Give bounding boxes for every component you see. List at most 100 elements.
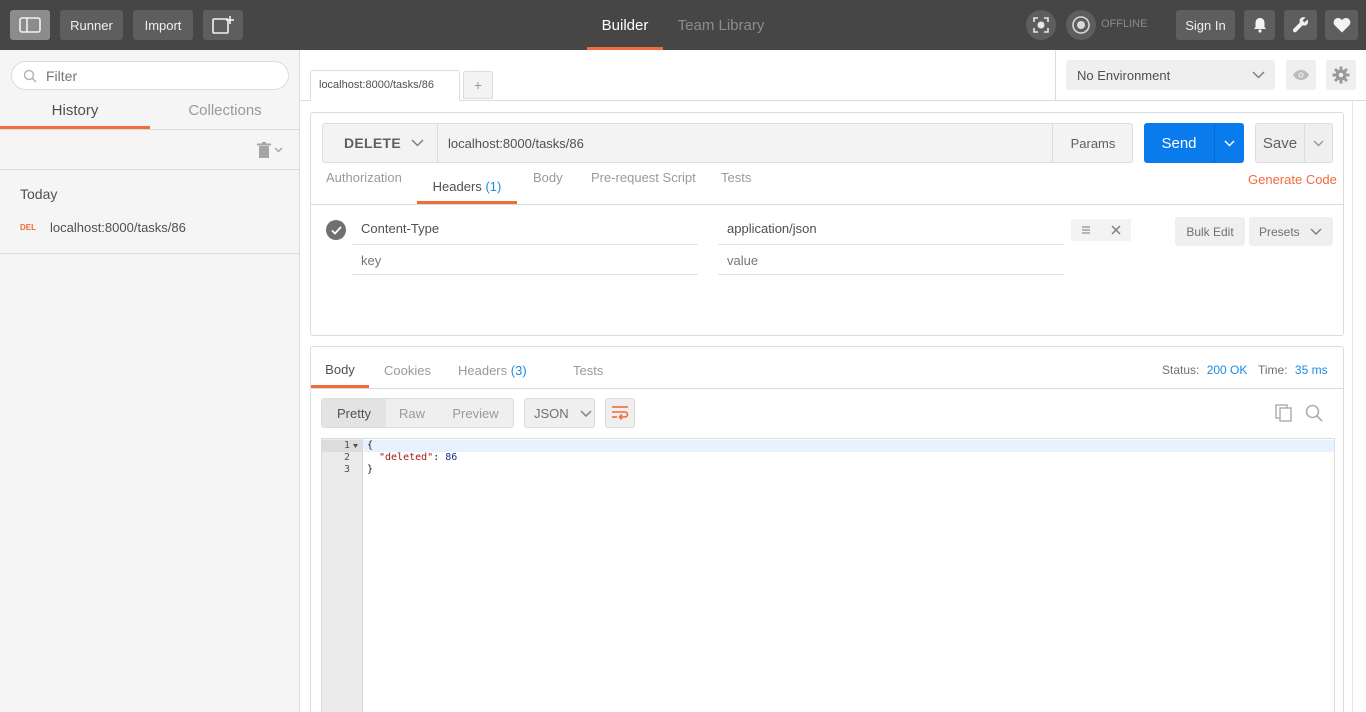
status-value: 200 OK [1206,363,1248,377]
scrollbar[interactable] [1352,101,1366,712]
sync-status-button[interactable] [1066,10,1096,40]
chevron-down-icon [1313,139,1324,147]
search-icon[interactable] [1305,404,1323,422]
tab-history-label: History [51,102,99,119]
close-icon[interactable] [1111,225,1121,235]
import-button[interactable]: Import [133,10,193,40]
history-group-label: Today [20,186,58,202]
environment-quicklook-button[interactable] [1286,60,1316,90]
tab-pre-request-label: Pre-request Script [591,170,696,185]
wrench-icon [1292,17,1308,33]
new-key-input[interactable] [361,251,691,269]
interceptor-button[interactable] [1026,10,1056,40]
trash-icon [257,142,271,158]
bulk-edit-button[interactable]: Bulk Edit [1175,217,1245,246]
header-enabled-checkbox[interactable] [326,220,346,240]
env-divider [1055,50,1056,100]
request-panel: DELETE Params Send Save Authorization He… [310,112,1344,336]
divider [311,204,1343,205]
row-actions [1071,219,1131,241]
runner-button[interactable]: Runner [60,10,123,40]
main-content: localhost:8000/tasks/86 + No Environment… [300,50,1366,712]
top-bar: Runner Import Builder Team Library OFFLI… [0,0,1366,50]
view-raw-button[interactable]: Raw [386,399,438,427]
field-underline [718,244,1064,245]
generate-code-link[interactable]: Generate Code [1248,172,1337,187]
response-status: Status: 200 OK [1162,363,1247,377]
gear-icon [1332,66,1350,84]
chevron-down-icon [1252,71,1265,79]
request-tab-label: localhost:8000/tasks/86 [319,79,434,91]
wrap-lines-button[interactable] [605,398,635,428]
tab-body-label: Body [533,170,563,185]
format-select[interactable]: JSON [524,398,595,428]
url-input[interactable] [439,124,1051,162]
view-raw-label: Raw [398,405,425,421]
json-separator: : [433,452,446,463]
tab-collections-label: Collections [188,102,262,119]
response-time: Time: 35 ms [1258,363,1328,377]
code-line: { [367,440,374,451]
filter-input-box[interactable] [11,61,289,90]
tab-builder[interactable]: Builder [587,0,663,50]
tab-collections[interactable]: Collections [150,96,300,129]
divider [0,253,300,254]
tab-authorization[interactable]: Authorization [326,170,402,185]
settings-wrench-button[interactable] [1284,10,1317,40]
new-tab-button[interactable] [203,10,243,40]
header-key-field[interactable]: Content-Type [361,221,439,236]
tab-body[interactable]: Body [533,170,563,185]
send-button[interactable]: Send [1144,123,1214,163]
environment-select[interactable]: No Environment [1066,60,1275,90]
send-options-button[interactable] [1214,123,1244,163]
request-tab[interactable]: localhost:8000/tasks/86 [310,70,460,101]
new-value-input[interactable] [727,251,1057,269]
resp-tab-tests[interactable]: Tests [573,363,603,378]
json-key: "deleted" [379,452,434,463]
toggle-sidebar-button[interactable] [10,10,50,40]
add-tab-button[interactable]: + [463,71,493,99]
field-underline [352,244,698,245]
tab-history[interactable]: History [0,96,150,129]
time-label: Time: [1258,363,1288,377]
heart-icon [1333,17,1350,33]
copy-icon[interactable] [1275,404,1293,422]
drag-handle-icon[interactable] [1081,225,1091,235]
resp-tab-headers[interactable]: Headers (3) [458,363,527,378]
sign-in-button[interactable]: Sign In [1176,10,1235,40]
notifications-button[interactable] [1244,10,1275,40]
code-line: } [367,464,374,475]
save-button[interactable]: Save [1255,123,1305,163]
tab-team-library-label: Team Library [677,16,765,34]
filter-input[interactable] [46,67,276,85]
resp-tab-cookies[interactable]: Cookies [384,363,431,378]
params-button-label: Params [1070,135,1116,151]
environment-select-value: No Environment [1077,68,1171,83]
tab-tests[interactable]: Tests [721,170,751,185]
tab-builder-label: Builder [601,16,649,34]
header-value-field[interactable]: application/json [727,221,817,236]
method-select[interactable]: DELETE [322,123,438,163]
params-button[interactable]: Params [1052,123,1133,163]
history-item[interactable]: DEL localhost:8000/tasks/86 [0,215,300,239]
method-badge: DEL [20,223,36,232]
love-button[interactable] [1325,10,1358,40]
fold-arrow-icon[interactable] [353,444,358,448]
view-pretty-button[interactable]: Pretty [322,399,386,427]
new-window-icon [212,16,234,34]
sidebar: History Collections Today DEL localhost:… [0,50,300,712]
delete-history-button[interactable] [257,140,287,160]
tab-headers[interactable]: Headers (1) [417,163,517,204]
view-preview-button[interactable]: Preview [438,399,513,427]
tab-team-library[interactable]: Team Library [671,0,771,50]
manage-environments-button[interactable] [1326,60,1356,90]
divider [0,169,300,170]
presets-button[interactable]: Presets [1249,217,1333,246]
resp-tab-body[interactable]: Body [311,347,369,388]
save-button-label: Save [1262,134,1298,152]
tab-pre-request-script[interactable]: Pre-request Script [591,170,696,185]
field-underline [718,274,1064,275]
save-options-button[interactable] [1304,123,1333,163]
sidebar-toggle-icon [19,17,41,33]
code-editor[interactable]: 1 2 3 { "deleted": 86 } [321,438,1335,712]
